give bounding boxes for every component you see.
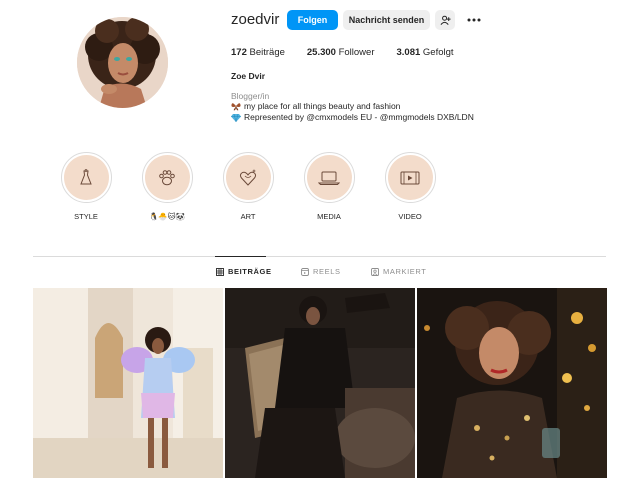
highlight-ring bbox=[60, 152, 112, 203]
highlight-label: VIDEO bbox=[398, 212, 422, 221]
bio-text-2[interactable]: Represented by @cmxmodels EU - @mmgmodel… bbox=[244, 112, 474, 122]
diamond-icon bbox=[231, 113, 241, 122]
person-add-icon bbox=[440, 15, 451, 25]
reels-icon bbox=[301, 267, 309, 276]
more-options-button[interactable] bbox=[464, 10, 484, 30]
grid-icon bbox=[216, 267, 224, 276]
laptop-icon bbox=[318, 171, 340, 185]
highlight-ring bbox=[222, 152, 274, 203]
highlight-label: STYLE bbox=[74, 212, 98, 221]
dress-icon bbox=[80, 168, 92, 184]
follow-button[interactable]: Folgen bbox=[287, 10, 338, 30]
highlight-art[interactable]: ART bbox=[222, 152, 274, 221]
post-thumbnail-3[interactable] bbox=[417, 288, 607, 478]
active-tab-indicator bbox=[215, 256, 266, 257]
bio-line-1: my place for all things beauty and fashi… bbox=[231, 101, 400, 111]
paw-icon bbox=[159, 169, 175, 185]
tab-reels[interactable]: REELS bbox=[301, 267, 341, 276]
profile-stats: 172 Beiträge 25.300 Follower 3.081 Gefol… bbox=[231, 47, 476, 58]
posts-label: Beiträge bbox=[249, 47, 285, 58]
post-thumbnail-1[interactable] bbox=[33, 288, 223, 478]
tab-posts-label: BEITRÄGE bbox=[228, 267, 272, 276]
heart-sparkle-icon bbox=[239, 168, 257, 186]
highlight-cover bbox=[387, 155, 433, 200]
tab-posts[interactable]: BEITRÄGE bbox=[216, 267, 272, 276]
highlight-cover bbox=[144, 155, 190, 200]
more-dots-icon bbox=[467, 18, 481, 22]
highlight-label: 🐧🐣🐱🐼 bbox=[149, 212, 185, 221]
following-stat[interactable]: 3.081 Gefolgt bbox=[397, 47, 454, 58]
highlight-media[interactable]: MEDIA bbox=[303, 152, 355, 221]
highlight-ring bbox=[303, 152, 355, 203]
followers-stat[interactable]: 25.300 Follower bbox=[307, 47, 375, 58]
followers-count: 25.300 bbox=[306, 47, 336, 58]
butterfly-icon bbox=[231, 102, 241, 110]
highlight-ring bbox=[141, 152, 193, 203]
tag-icon bbox=[371, 267, 379, 276]
send-message-button[interactable]: Nachricht senden bbox=[343, 10, 430, 30]
highlight-label: ART bbox=[240, 212, 256, 221]
posts-count: 172 bbox=[231, 47, 247, 58]
suggest-users-button[interactable] bbox=[435, 10, 455, 30]
profile-category: Blogger/in bbox=[231, 91, 270, 101]
profile-avatar[interactable] bbox=[77, 17, 168, 108]
highlight-cover bbox=[63, 155, 109, 200]
followers-label: Follower bbox=[338, 47, 375, 58]
profile-full-name: Zoe Dvir bbox=[231, 71, 266, 81]
tab-tagged[interactable]: MARKIERT bbox=[371, 267, 426, 276]
following-count: 3.081 bbox=[396, 47, 421, 58]
tabs-divider bbox=[33, 256, 606, 257]
tab-reels-label: REELS bbox=[313, 267, 341, 276]
post-thumbnail-2[interactable] bbox=[225, 288, 415, 478]
highlight-cover bbox=[225, 155, 271, 200]
highlight-cover bbox=[306, 155, 352, 200]
posts-stat: 172 Beiträge bbox=[231, 47, 285, 58]
highlight-ring bbox=[384, 152, 436, 203]
film-icon bbox=[400, 171, 420, 184]
bio-line-2: Represented by @cmxmodels EU - @mmgmodel… bbox=[231, 112, 474, 122]
highlight-style[interactable]: STYLE bbox=[60, 152, 112, 221]
highlight-animals[interactable]: 🐧🐣🐱🐼 bbox=[141, 152, 193, 221]
tab-tagged-label: MARKIERT bbox=[383, 267, 427, 276]
profile-username: zoedvir bbox=[231, 11, 280, 28]
highlight-label: MEDIA bbox=[317, 212, 341, 221]
following-label: Gefolgt bbox=[422, 47, 454, 58]
bio-text-1: my place for all things beauty and fashi… bbox=[244, 101, 401, 111]
highlight-video[interactable]: VIDEO bbox=[384, 152, 436, 221]
